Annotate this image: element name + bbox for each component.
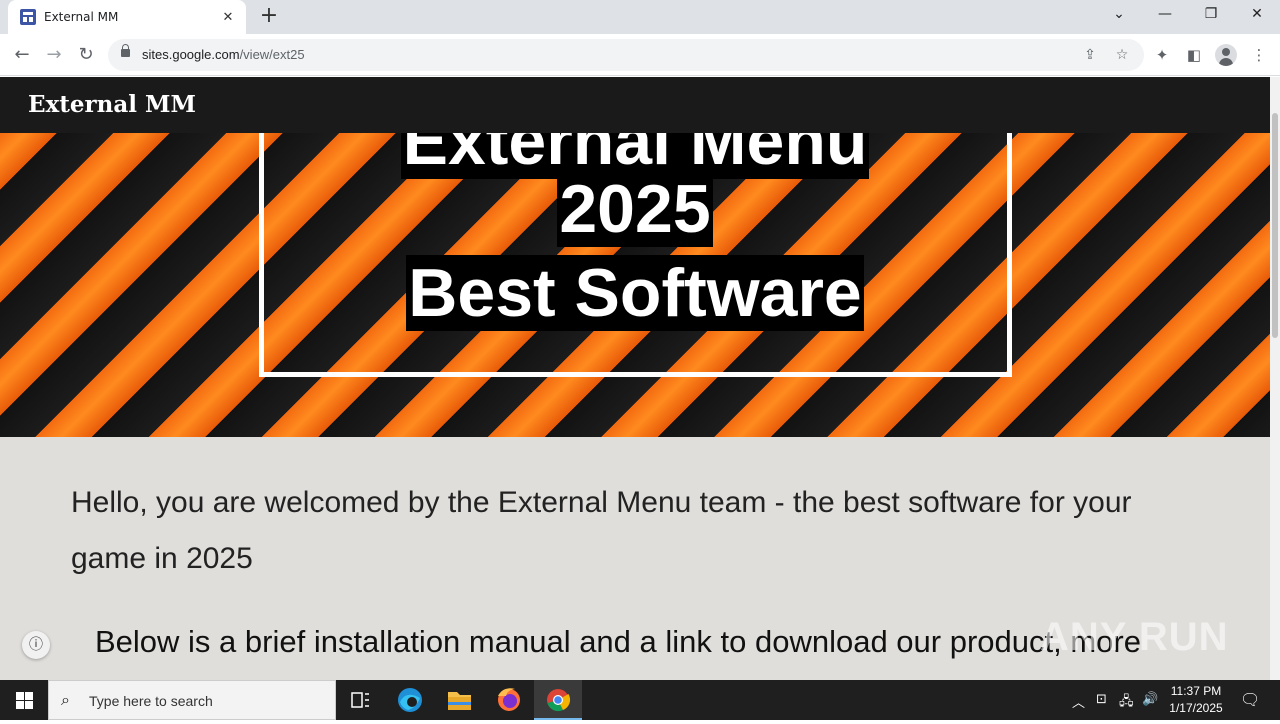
intro-paragraph: Hello, you are welcomed by the External …: [71, 486, 1132, 575]
share-icon[interactable]: ⇪: [1080, 45, 1100, 65]
windows-logo-pane: [25, 701, 33, 709]
tab-close-icon[interactable]: ✕: [220, 10, 236, 25]
url-text[interactable]: sites.google.com/view/ext25: [142, 47, 305, 62]
taskbar-file-explorer-button[interactable]: [435, 680, 483, 720]
minimize-button[interactable]: —: [1142, 0, 1188, 30]
browser-tab-strip: External MM ✕ + ⌄ — ❐ ✕: [0, 0, 1280, 34]
tray-device-icon[interactable]: ⊡: [1096, 692, 1107, 707]
restore-button[interactable]: ❐: [1188, 0, 1234, 30]
taskbar-chrome-button[interactable]: [534, 680, 582, 720]
notifications-icon[interactable]: 🗨: [1240, 690, 1260, 709]
start-button[interactable]: [0, 680, 48, 720]
search-icon: ⌕: [61, 690, 70, 709]
menu-kebab-icon[interactable]: ⋮: [1248, 44, 1270, 66]
profile-avatar-icon[interactable]: [1215, 44, 1237, 66]
address-bar[interactable]: sites.google.com/view/ext25 ⇪ ☆: [108, 39, 1144, 71]
windows-logo-pane: [25, 692, 33, 700]
taskbar-firefox-button[interactable]: [485, 680, 533, 720]
reload-button[interactable]: ↻: [74, 43, 98, 67]
volume-icon[interactable]: 🔊: [1142, 692, 1158, 707]
site-title[interactable]: External MM: [28, 91, 196, 118]
clock-date: 1/17/2025: [1169, 701, 1223, 715]
file-explorer-icon: [448, 692, 471, 710]
extensions-puzzle-icon[interactable]: ✦: [1151, 44, 1173, 66]
taskbar-search-box[interactable]: ⌕ Type here to search: [48, 680, 336, 720]
network-icon[interactable]: 🖧: [1119, 692, 1134, 714]
tab-search-icon[interactable]: ⌄: [1096, 0, 1142, 30]
lock-icon[interactable]: [121, 44, 130, 57]
close-window-button[interactable]: ✕: [1234, 0, 1280, 30]
browser-toolbar: ← → ↻ sites.google.com/view/ext25 ⇪ ☆ ✦ …: [0, 34, 1280, 76]
windows-logo-pane: [16, 701, 24, 709]
taskbar-edge-button[interactable]: [386, 680, 434, 720]
task-view-icon: [351, 692, 369, 708]
new-tab-button[interactable]: +: [257, 5, 281, 29]
bookmark-star-icon[interactable]: ☆: [1112, 45, 1132, 65]
page-scrollbar[interactable]: [1270, 77, 1280, 680]
tab-title: External MM: [44, 10, 119, 24]
scrollbar-thumb[interactable]: [1272, 113, 1278, 338]
chrome-icon: [547, 689, 571, 712]
url-path: /view/ext25: [239, 47, 305, 62]
taskbar-clock[interactable]: 11:37 PM 1/17/2025: [1160, 683, 1232, 717]
windows-taskbar: ⌕ Type here to search ︿ ⊡ 🖧 🔊 11:37 PM 1…: [0, 680, 1280, 720]
browser-tab[interactable]: External MM ✕: [8, 0, 246, 34]
edge-icon: [398, 688, 422, 712]
firefox-icon: [498, 688, 520, 711]
site-header: External MM: [0, 77, 1270, 133]
task-view-button[interactable]: [336, 680, 384, 720]
hero-frame: [259, 133, 1012, 377]
forward-button[interactable]: →: [42, 43, 66, 67]
info-icon[interactable]: ⓘ: [22, 631, 50, 659]
google-sites-favicon-icon: [20, 9, 36, 25]
page-viewport: External MM External Menu 2025 Best Soft…: [0, 77, 1280, 680]
side-panel-icon[interactable]: ◧: [1183, 44, 1205, 66]
url-host: sites.google.com: [142, 47, 240, 62]
anyrun-watermark: ANY RUN: [1040, 615, 1229, 659]
back-button[interactable]: ←: [10, 43, 34, 67]
taskbar-search-placeholder: Type here to search: [89, 693, 213, 709]
show-hidden-icons-chevron-icon[interactable]: ︿: [1072, 692, 1085, 711]
windows-logo-icon: [16, 692, 24, 700]
hero-banner: External Menu 2025 Best Software: [0, 133, 1270, 437]
clock-time: 11:37 PM: [1170, 684, 1222, 698]
